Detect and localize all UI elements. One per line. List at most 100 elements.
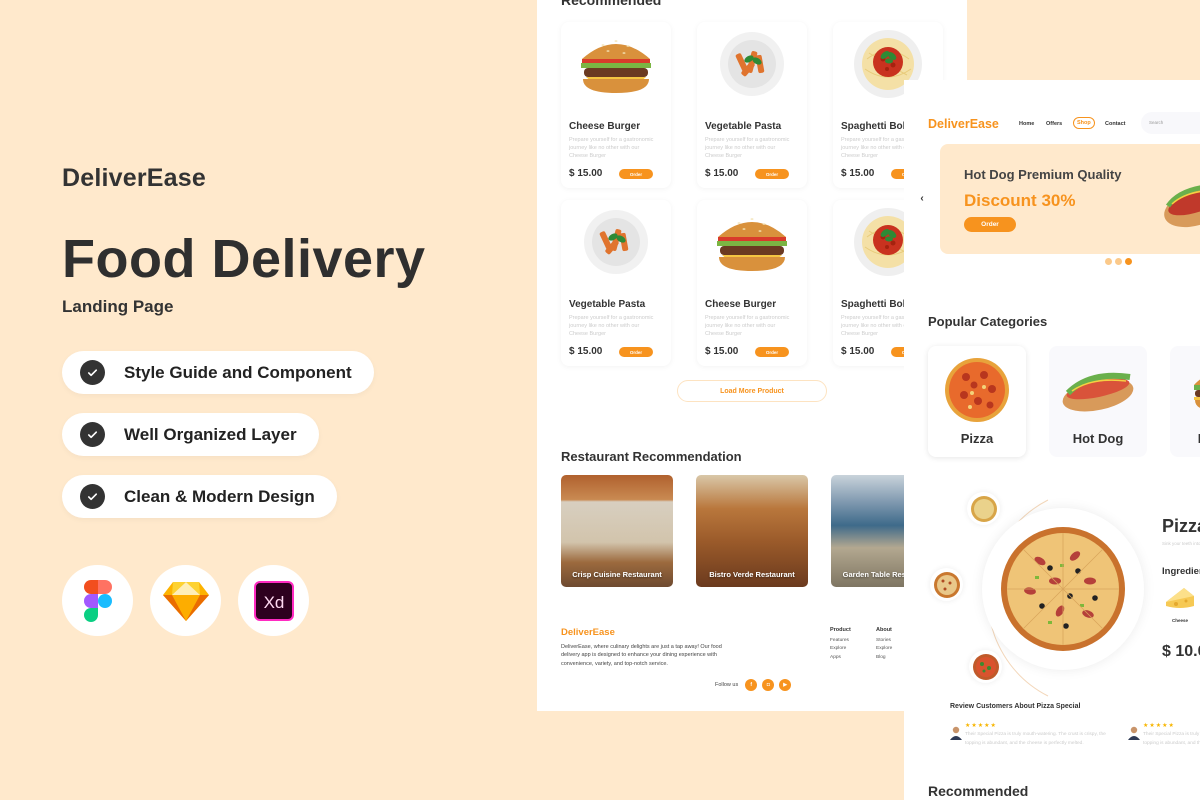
load-more-button[interactable]: Load More Product bbox=[677, 380, 827, 402]
carousel-dot[interactable] bbox=[1105, 258, 1112, 265]
product-name: Cheese Burger bbox=[569, 121, 641, 132]
product-description: Prepare yourself for a gastronomic journ… bbox=[705, 315, 790, 337]
hotdog-image bbox=[1062, 372, 1134, 412]
product-card[interactable]: Cheese Burger Prepare yourself for a gast… bbox=[697, 200, 807, 366]
restaurant-card[interactable]: Crisp Cuisine Restaurant bbox=[561, 475, 673, 587]
hero-offer: Discount 30% bbox=[964, 191, 1076, 210]
product-card[interactable]: Vegetable Pasta Prepare yourself for a ga… bbox=[697, 22, 807, 188]
product-name: Cheese Burger bbox=[705, 299, 777, 310]
nav-shop[interactable]: Shop bbox=[1073, 117, 1095, 129]
carousel-dots bbox=[1105, 258, 1132, 265]
nav-contact[interactable]: Contact bbox=[1105, 121, 1125, 127]
category-pizza[interactable]: Pizza bbox=[928, 346, 1026, 457]
footer-heading: Product bbox=[830, 627, 851, 633]
pizza-image bbox=[1001, 527, 1125, 651]
pizza-thumb[interactable] bbox=[969, 650, 1002, 683]
category-label: Burger bbox=[1170, 431, 1200, 446]
tool-icons: Xd bbox=[62, 565, 309, 636]
footer-link[interactable]: Apps bbox=[830, 655, 851, 660]
category-label: Pizza bbox=[960, 431, 994, 446]
pizza-thumb[interactable] bbox=[930, 568, 963, 601]
footer-link[interactable]: Explore bbox=[830, 646, 851, 651]
ingredient-cheese: Cheese bbox=[1162, 584, 1198, 623]
featured-description: Sink your teeth into a masterpiece with … bbox=[1162, 541, 1200, 546]
section-title-recommended: Recommended bbox=[561, 0, 662, 8]
product-price: $ 15.00 bbox=[841, 346, 875, 357]
featured-price: $ 10.00 bbox=[1162, 643, 1200, 660]
chevron-left-icon[interactable]: ‹ bbox=[914, 190, 930, 206]
category-label: Hot Dog bbox=[1072, 431, 1124, 446]
nav-home[interactable]: Home bbox=[1019, 121, 1034, 127]
product-description: Prepare yourself for a gastronomic journ… bbox=[705, 137, 790, 159]
product-name: Vegetable Pasta bbox=[705, 121, 782, 132]
burger-image bbox=[573, 28, 659, 100]
avatar bbox=[1128, 726, 1140, 740]
section-title-categories: Popular Categories bbox=[928, 314, 1048, 329]
hero-banner: Hot Dog Premium Quality Discount 30% Ord… bbox=[940, 144, 1200, 254]
order-button[interactable]: Order bbox=[755, 347, 789, 357]
feature-label: Well Organized Layer bbox=[124, 424, 297, 444]
pasta-image bbox=[573, 206, 659, 278]
product-price: $ 15.00 bbox=[569, 346, 603, 357]
footer-link[interactable]: Features bbox=[830, 638, 851, 643]
footer-link[interactable]: Blog bbox=[876, 655, 892, 660]
feature-list: Style Guide and Component Well Organized… bbox=[62, 351, 374, 537]
pizza-thumb[interactable] bbox=[967, 492, 1000, 525]
figma-icon bbox=[62, 565, 133, 636]
pizza-image bbox=[945, 358, 1009, 422]
product-description: Prepare yourself for a gastronomic journ… bbox=[569, 315, 654, 337]
carousel-dot[interactable] bbox=[1115, 258, 1122, 265]
check-circle-icon bbox=[80, 360, 105, 385]
product-price: $ 15.00 bbox=[841, 168, 875, 179]
hotdog-image bbox=[1164, 185, 1200, 228]
feature-label: Clean & Modern Design bbox=[124, 486, 315, 506]
feature-pill: Well Organized Layer bbox=[62, 413, 319, 456]
follow-us: Follow us f ◘ ▶ bbox=[715, 679, 792, 691]
youtube-icon[interactable]: ▶ bbox=[779, 679, 792, 691]
category-hot-dog[interactable]: Hot Dog bbox=[1049, 346, 1147, 457]
adobe-xd-icon: Xd bbox=[238, 565, 309, 636]
section-title-restaurants: Restaurant Recommendation bbox=[561, 449, 742, 464]
product-card[interactable]: Vegetable Pasta Prepare yourself for a ga… bbox=[561, 200, 671, 366]
ingredients-label: Ingredients bbox=[1162, 566, 1200, 577]
avatar bbox=[950, 726, 962, 740]
carousel-dot-active[interactable] bbox=[1125, 258, 1132, 265]
search-input[interactable]: Search bbox=[1141, 112, 1200, 134]
promo-subtitle: Landing Page bbox=[62, 297, 174, 316]
product-card[interactable]: Cheese Burger Prepare yourself for a gast… bbox=[561, 22, 671, 188]
review-text: Their Special Pizza is truly mouth-water… bbox=[965, 732, 1106, 746]
sketch-icon bbox=[150, 565, 221, 636]
burger-image bbox=[709, 206, 795, 278]
category-burger[interactable]: Burger bbox=[1170, 346, 1200, 457]
product-description: Prepare yourself for a gastronomic journ… bbox=[569, 137, 654, 159]
order-button[interactable]: Order bbox=[619, 169, 653, 179]
ingredient-name: Cheese bbox=[1171, 618, 1188, 623]
featured-title: Pizza Special bbox=[1162, 516, 1200, 536]
order-button[interactable]: Order bbox=[755, 169, 789, 179]
hero-headline: Hot Dog Premium Quality bbox=[964, 167, 1122, 182]
restaurant-name: Bistro Verde Restaurant bbox=[709, 570, 795, 579]
restaurant-card[interactable]: Bistro Verde Restaurant bbox=[696, 475, 808, 587]
landing-preview-right: DeliverEase Home Offers Shop Contact Sea… bbox=[904, 80, 1200, 800]
product-name: Vegetable Pasta bbox=[569, 299, 646, 310]
cheese-icon bbox=[1166, 588, 1194, 608]
feature-pill: Clean & Modern Design bbox=[62, 475, 337, 518]
svg-text:Xd: Xd bbox=[263, 593, 284, 612]
instagram-icon[interactable]: ◘ bbox=[762, 679, 775, 691]
order-button[interactable]: Order bbox=[619, 347, 653, 357]
footer-link[interactable]: Explore bbox=[876, 646, 892, 651]
product-price: $ 15.00 bbox=[705, 168, 739, 179]
burger-image bbox=[1194, 379, 1200, 408]
footer-description: DeliverEase, where culinary delights are… bbox=[561, 644, 722, 667]
facebook-icon[interactable]: f bbox=[745, 679, 758, 691]
rating-stars: ★★★★★ bbox=[965, 723, 997, 729]
promo-brand: DeliverEase bbox=[62, 164, 206, 192]
site-logo[interactable]: DeliverEase bbox=[928, 117, 999, 131]
footer-link[interactable]: Stories bbox=[876, 638, 892, 643]
pasta-image bbox=[709, 28, 795, 100]
feature-label: Style Guide and Component bbox=[124, 362, 352, 382]
feature-pill: Style Guide and Component bbox=[62, 351, 374, 394]
hero-order-button[interactable]: Order bbox=[964, 217, 1016, 232]
footer-heading: About bbox=[876, 627, 892, 633]
nav-offers[interactable]: Offers bbox=[1046, 121, 1062, 127]
